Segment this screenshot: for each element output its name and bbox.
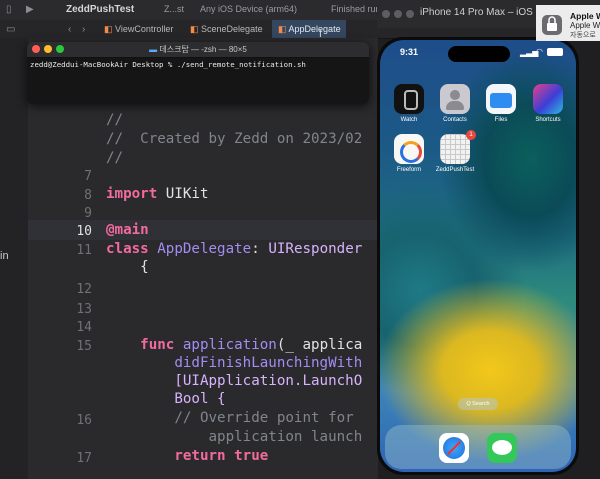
notification-body: 자동으로 xyxy=(570,32,596,39)
folder-icon: ▬ xyxy=(149,45,158,54)
navigator-fragment: in xyxy=(0,250,9,262)
folder-icon[interactable]: ▭ xyxy=(6,24,15,35)
code-line[interactable]: class AppDelegate: UIResponder xyxy=(106,241,362,257)
line-number: 11 xyxy=(76,243,92,258)
line-number: 13 xyxy=(76,302,92,317)
contacts-app-icon[interactable] xyxy=(440,84,470,114)
code-line[interactable]: // xyxy=(106,150,123,166)
code-line[interactable]: { xyxy=(106,259,149,275)
terminal-window[interactable]: ▬ 데스크탑 — -zsh — 80×5 zedd@Zeddui-MacBook… xyxy=(27,42,369,104)
line-number: 15 xyxy=(76,339,92,354)
code-line[interactable]: @main xyxy=(106,222,149,238)
code-line[interactable]: didFinishLaunchingWith xyxy=(106,355,362,371)
tab-scenedelegate[interactable]: ◧ SceneDelegate xyxy=(190,20,270,38)
run-icon[interactable]: ▶ xyxy=(26,4,34,15)
code-line[interactable]: // Created by Zedd on 2023/02 xyxy=(106,131,362,147)
line-number: 12 xyxy=(76,282,92,297)
grid-app-icon[interactable] xyxy=(440,134,470,164)
sidebar-toggle-icon[interactable]: ▯ xyxy=(6,4,12,15)
close-window-icon[interactable] xyxy=(382,10,390,18)
text-cursor-icon: I xyxy=(319,29,322,40)
status-time: 9:31 xyxy=(400,47,419,57)
line-number: 17 xyxy=(76,451,92,466)
messages-icon[interactable] xyxy=(487,433,517,463)
forward-icon[interactable]: › xyxy=(82,24,85,35)
app-label: Shortcuts xyxy=(535,117,561,123)
code-line[interactable]: import UIKit xyxy=(106,186,209,202)
app-label: Freeform xyxy=(396,167,422,173)
app-label: Files xyxy=(494,117,508,123)
line-number: 9 xyxy=(84,206,92,221)
line-number-current: 10 xyxy=(76,224,92,239)
code-line[interactable]: return true xyxy=(106,448,268,464)
notification-badge: 1 xyxy=(466,130,476,140)
terminal-command-line[interactable]: zedd@Zeddui-MacBookAir Desktop % ./send_… xyxy=(30,60,306,69)
line-number: 16 xyxy=(76,413,92,428)
app-label: Contacts xyxy=(443,117,467,123)
tab-viewcontroller[interactable]: ◧ ViewController xyxy=(104,20,184,38)
tab-appdelegate[interactable]: ◧ AppDelegate xyxy=(272,20,346,38)
dock xyxy=(385,425,571,469)
dynamic-island xyxy=(448,46,510,62)
freeform-app-icon[interactable] xyxy=(394,134,424,164)
watch-app-icon[interactable] xyxy=(394,84,424,114)
code-line[interactable]: [UIApplication.LaunchO xyxy=(106,373,362,389)
simulator-title: iPhone 14 Pro Max – iOS 16.2 xyxy=(420,7,556,18)
line-number: 8 xyxy=(84,188,92,203)
code-line[interactable]: Bool { xyxy=(106,391,225,407)
notification-app-icon xyxy=(541,14,563,36)
files-app-icon[interactable] xyxy=(486,84,516,114)
code-line[interactable]: // xyxy=(106,112,123,128)
project-title: ZeddPushTest xyxy=(66,4,135,15)
zoom-window-icon[interactable] xyxy=(406,10,414,18)
terminal-titlebar: ▬ 데스크탑 — -zsh — 80×5 xyxy=(27,42,369,58)
line-number: 14 xyxy=(76,320,92,335)
safari-icon[interactable] xyxy=(439,433,469,463)
code-line[interactable]: // Override point for xyxy=(106,410,353,426)
wifi-icon: ◠ xyxy=(536,47,543,56)
back-icon[interactable]: ‹ xyxy=(68,24,71,35)
terminal-title: ▬ 데스크탑 — -zsh — 80×5 xyxy=(149,45,247,54)
line-number: 7 xyxy=(84,169,92,184)
app-label: ZeddPushTest xyxy=(435,167,475,173)
module-name: UIKit xyxy=(165,186,209,202)
notification-subtitle: Apple W xyxy=(570,21,600,30)
device-selector[interactable]: Any iOS Device (arm64) xyxy=(200,4,297,14)
app-label: Watch xyxy=(400,117,418,123)
notification-title: Apple W xyxy=(570,11,600,21)
code-line[interactable]: application launch xyxy=(106,429,362,445)
scheme-selector[interactable]: Z...st xyxy=(164,4,184,14)
minimize-window-icon[interactable] xyxy=(394,10,402,18)
code-line[interactable]: func application(_ applica xyxy=(106,337,362,353)
shortcuts-app-icon[interactable] xyxy=(533,84,563,114)
search-pill[interactable]: Q Search xyxy=(458,398,498,410)
battery-icon xyxy=(547,48,563,56)
